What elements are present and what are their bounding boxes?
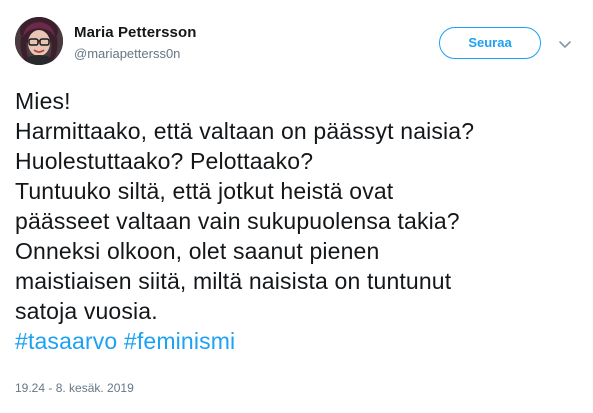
display-name[interactable]: Maria Pettersson <box>74 24 196 41</box>
tweet-text: Mies! Harmittaako, että valtaan on pääss… <box>15 86 585 356</box>
tweet-text-line: Harmittaako, että valtaan on päässyt nai… <box>15 118 475 144</box>
hashtag-link[interactable]: #tasaarvo <box>15 328 117 354</box>
tweet-text-line: satoja vuosia. <box>15 298 158 324</box>
user-handle[interactable]: @mariapetterss0n <box>74 46 180 61</box>
tweet-text-line: Tuntuuko siltä, että jotkut heistä ovat <box>15 178 394 204</box>
chevron-down-icon[interactable] <box>557 36 573 52</box>
tweet-text-line: päässeet valtaan vain sukupuolensa takia… <box>15 208 460 234</box>
tweet-text-line: Huolestuttaako? Pelottaako? <box>15 148 314 174</box>
hashtag-link[interactable]: #feminismi <box>124 328 235 354</box>
tweet-text-line: Onneksi olkoon, olet saanut pienen <box>15 238 380 264</box>
follow-button[interactable]: Seuraa <box>439 27 541 59</box>
hashtags: #tasaarvo #feminismi <box>15 326 585 356</box>
tweet-timestamp[interactable]: 19.24 - 8. kesäk. 2019 <box>15 381 134 395</box>
avatar[interactable] <box>15 17 63 65</box>
tweet-text-line: maistiaisen siitä, miltä naisista on tun… <box>15 268 452 294</box>
tweet-text-line: Mies! <box>15 88 71 114</box>
tweet-card: Maria Pettersson @mariapetterss0n Seuraa… <box>0 0 593 413</box>
